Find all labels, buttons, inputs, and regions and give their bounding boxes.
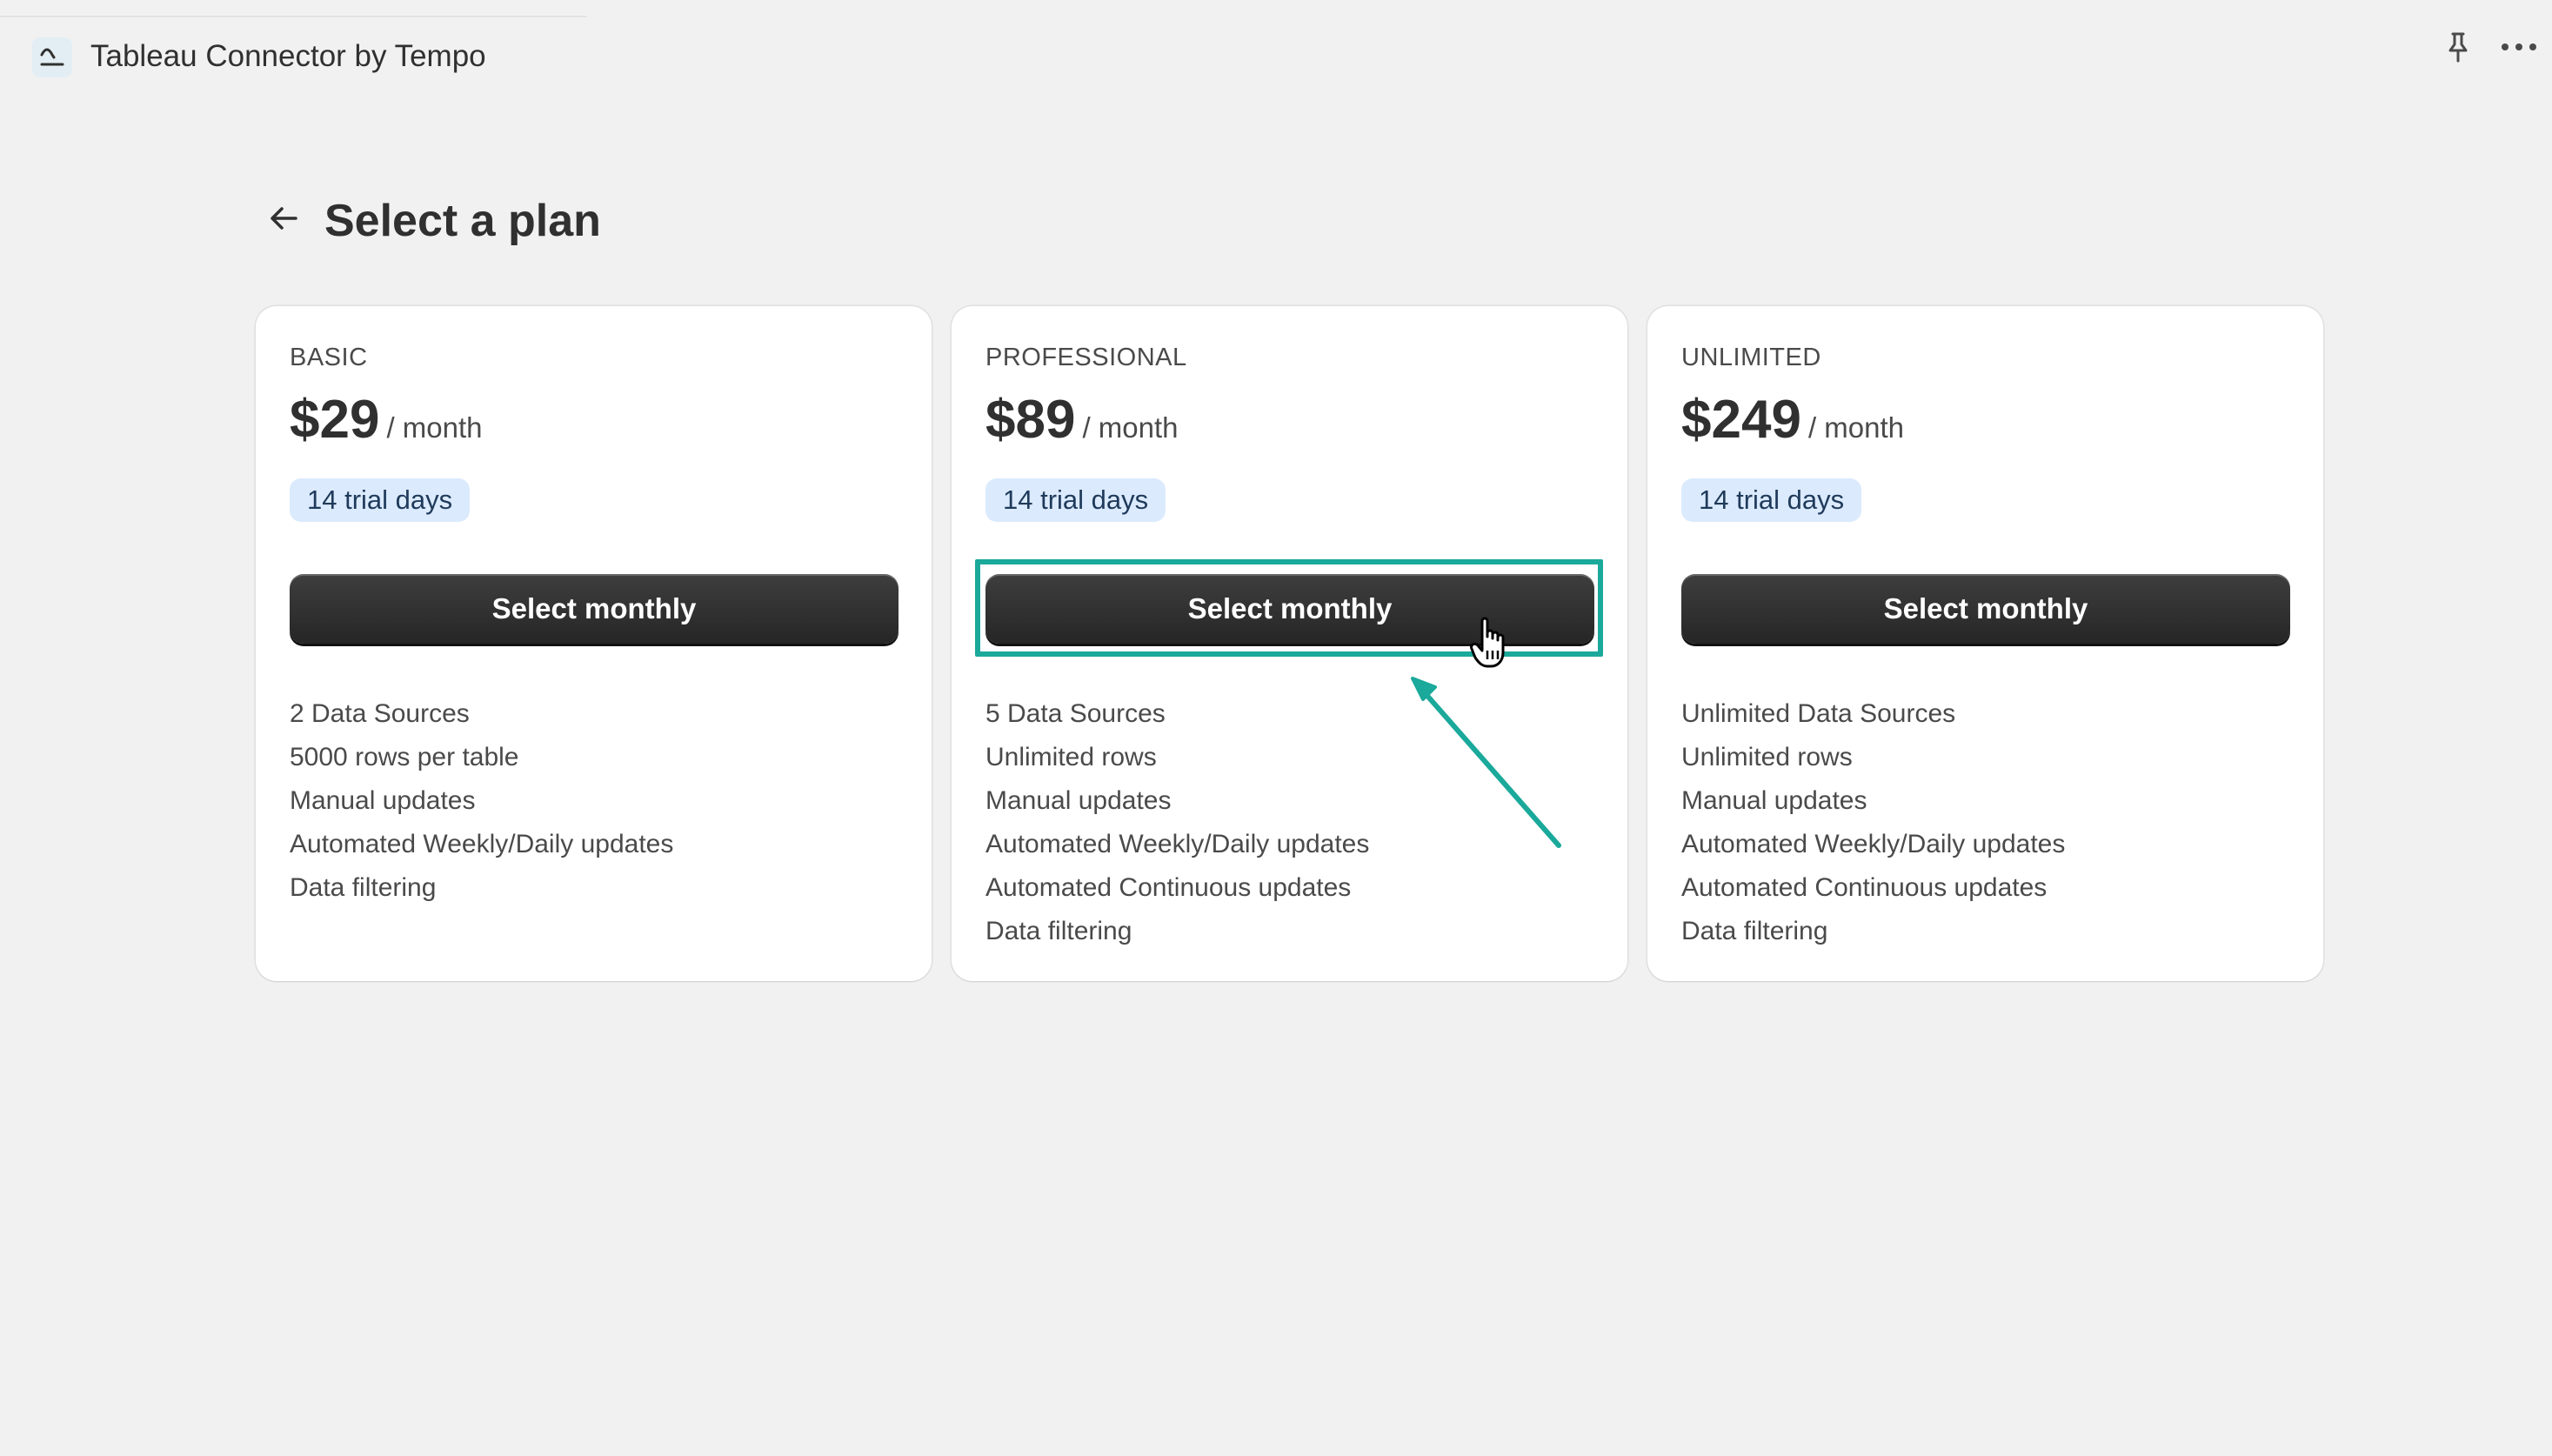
plan-name: BASIC [290,344,368,371]
feature-item: 5000 rows per table [290,743,519,771]
feature-list: Unlimited Data Sources Unlimited rows Ma… [1681,692,2065,953]
feature-list: 2 Data Sources 5000 rows per table Manua… [290,692,673,910]
feature-item: Data filtering [290,873,437,902]
page-title: Select a plan [324,196,601,246]
price-row: $29/ month [290,386,483,454]
app-header: Tableau Connector by Tempo [0,0,2552,113]
plan-name: PROFESSIONAL [985,344,1187,371]
plan-name: UNLIMITED [1681,344,1821,371]
price-row: $89/ month [985,386,1179,454]
plan-period: / month [386,411,483,444]
trial-badge: 14 trial days [290,478,471,522]
select-monthly-unlimited-button[interactable]: Select monthly [1681,574,2290,644]
feature-item: Data filtering [1681,917,1828,945]
feature-item: Unlimited rows [985,743,1157,771]
trial-badge: 14 trial days [1681,478,1862,522]
feature-item: Automated Continuous updates [985,873,1352,902]
feature-item: Automated Weekly/Daily updates [290,830,674,858]
feature-item: Data filtering [985,917,1132,945]
feature-item: Unlimited rows [1681,743,1853,771]
arrow-left-icon[interactable] [266,200,303,237]
feature-item: 2 Data Sources [290,699,470,728]
feature-item: Automated Weekly/Daily updates [1681,830,2066,858]
plan-price: $29 [290,390,380,450]
plan-card-professional: PROFESSIONAL $89/ month 14 trial days Se… [952,306,1627,981]
app-title: Tableau Connector by Tempo [90,39,486,73]
pin-icon[interactable] [2441,30,2475,64]
trial-badge: 14 trial days [985,478,1166,522]
plan-period: / month [1807,411,1904,444]
select-monthly-professional-button[interactable]: Select monthly [985,574,1594,644]
feature-item: Manual updates [1681,786,1867,815]
feature-item: Manual updates [985,786,1172,815]
plan-period: / month [1082,411,1179,444]
chart-line-icon [32,37,72,77]
plan-price: $89 [985,390,1076,450]
feature-list: 5 Data Sources Unlimited rows Manual upd… [985,692,1369,953]
more-horizontal-icon[interactable] [2498,30,2540,64]
plan-price: $249 [1681,390,1801,450]
plan-card-basic: BASIC $29/ month 14 trial days Select mo… [256,306,932,981]
price-row: $249/ month [1681,386,1904,454]
select-monthly-basic-button[interactable]: Select monthly [290,574,899,644]
feature-item: Automated Weekly/Daily updates [985,830,1370,858]
plan-card-unlimited: UNLIMITED $249/ month 14 trial days Sele… [1647,306,2323,981]
feature-item: 5 Data Sources [985,699,1166,728]
feature-item: Automated Continuous updates [1681,873,2048,902]
feature-item: Unlimited Data Sources [1681,699,1956,728]
feature-item: Manual updates [290,786,476,815]
